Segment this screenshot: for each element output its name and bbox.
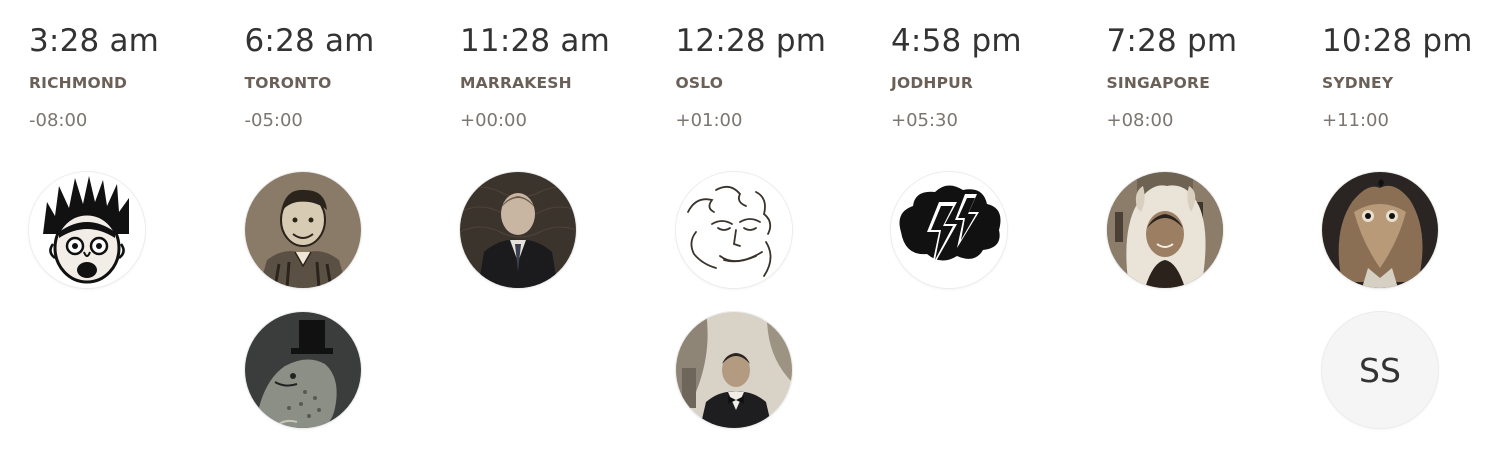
line-drawing-face-icon xyxy=(675,172,792,288)
utc-offset: +01:00 xyxy=(675,110,743,131)
local-time: 6:28 am xyxy=(244,23,375,59)
member-list xyxy=(29,172,245,288)
furry-creature-photo-icon xyxy=(1322,172,1438,288)
lightning-cloud-logo-icon xyxy=(891,172,1007,288)
timezone-column-jodhpur: 4:58 pm JODHPUR +05:30 xyxy=(891,18,1107,452)
timezone-columns: 3:28 am RICHMOND -08:00 6:28 am TORONTO … xyxy=(29,18,1506,452)
timezone-column-marrakesh: 11:28 am MARRAKESH +00:00 xyxy=(460,18,676,452)
sketched-man-portrait-icon xyxy=(244,172,361,288)
member-avatar[interactable]: SS xyxy=(1322,312,1438,428)
city-name: OSLO xyxy=(675,74,724,92)
top-hat-fish-illustration-icon xyxy=(244,312,361,428)
utc-offset: -05:00 xyxy=(244,110,303,131)
city-name: MARRAKESH xyxy=(460,74,572,92)
spiky-hair-cartoon-face-icon xyxy=(29,172,145,288)
utc-offset: +00:00 xyxy=(460,110,527,131)
member-avatar[interactable] xyxy=(1106,172,1223,288)
local-time: 11:28 am xyxy=(460,23,610,59)
timezone-column-singapore: 7:28 pm SINGAPORE +08:00 xyxy=(1106,18,1323,452)
utc-offset: +08:00 xyxy=(1106,110,1174,131)
utc-offset: +11:00 xyxy=(1322,110,1389,131)
utc-offset: +05:30 xyxy=(891,110,958,131)
man-in-bowtie-photo-icon xyxy=(675,312,792,428)
member-avatar[interactable] xyxy=(29,172,145,288)
city-name: TORONTO xyxy=(244,74,332,92)
city-name: JODHPUR xyxy=(891,74,974,92)
timezone-column-toronto: 6:28 am TORONTO -05:00 xyxy=(244,18,461,452)
timezone-column-richmond: 3:28 am RICHMOND -08:00 xyxy=(29,18,245,452)
member-avatar[interactable] xyxy=(460,172,576,288)
utc-offset: -08:00 xyxy=(29,110,88,131)
member-avatar[interactable] xyxy=(675,312,792,428)
city-name: RICHMOND xyxy=(29,74,128,92)
city-name: SYDNEY xyxy=(1322,74,1394,92)
member-list xyxy=(891,172,1107,288)
city-name: SINGAPORE xyxy=(1106,74,1210,92)
man-in-suit-photo-icon xyxy=(460,172,576,288)
member-list xyxy=(244,172,461,428)
timezone-column-sydney: 10:28 pm SYDNEY +11:00 SS xyxy=(1322,18,1506,452)
local-time: 4:58 pm xyxy=(891,23,1022,59)
avatar-initials: SS xyxy=(1359,350,1401,390)
local-time: 7:28 pm xyxy=(1106,23,1238,59)
member-list xyxy=(675,172,892,428)
local-time: 10:28 pm xyxy=(1322,23,1473,59)
member-avatar[interactable] xyxy=(675,172,792,288)
local-time: 3:28 am xyxy=(29,23,160,59)
member-list xyxy=(460,172,676,288)
local-time: 12:28 pm xyxy=(675,23,827,59)
member-avatar[interactable] xyxy=(1322,172,1438,288)
member-avatar[interactable] xyxy=(891,172,1007,288)
member-avatar[interactable] xyxy=(244,172,361,288)
member-list xyxy=(1106,172,1323,288)
person-in-furry-hood-photo-icon xyxy=(1106,172,1223,288)
timezone-column-oslo: 12:28 pm OSLO +01:00 xyxy=(675,18,892,452)
member-list: SS xyxy=(1322,172,1506,428)
member-avatar[interactable] xyxy=(244,312,361,428)
